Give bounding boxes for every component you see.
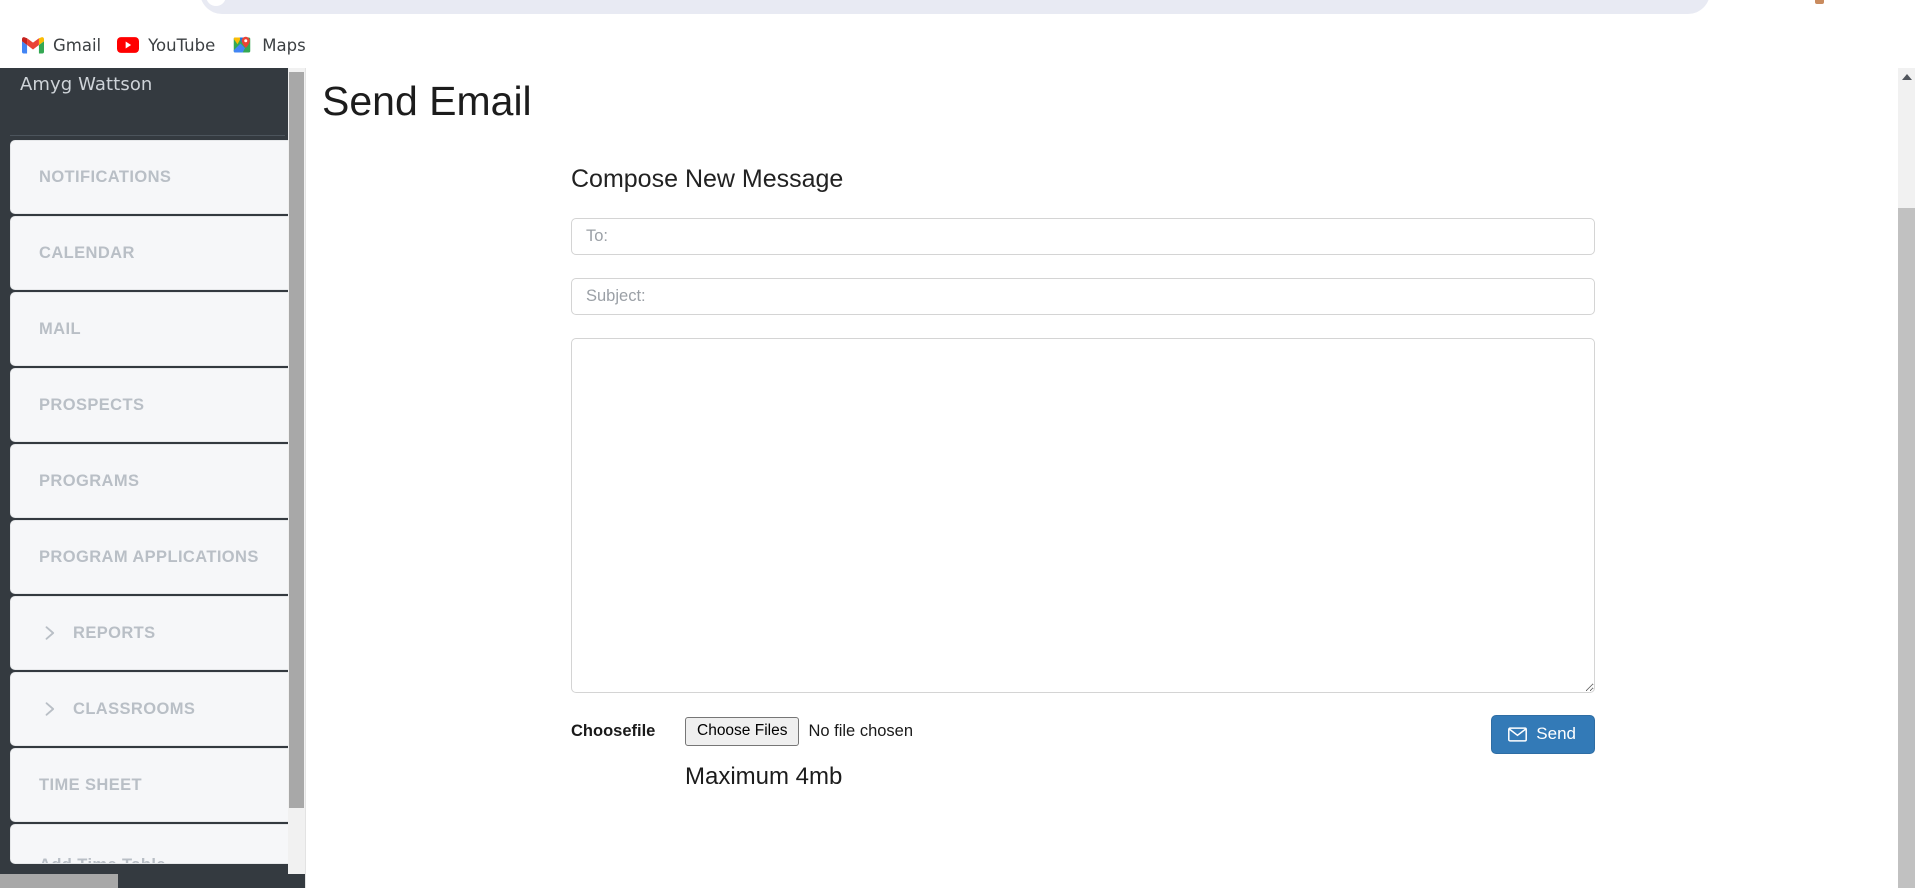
main-content: Send Email Compose New Message Choosefil… [305,68,1860,888]
send-button-label: Send [1536,724,1576,744]
compose-form: Compose New Message Choosefile Choose Fi… [571,127,1595,791]
bookmarks-bar: Gmail YouTube Maps [0,22,1915,68]
subject-input[interactable] [571,278,1595,316]
file-status-text: No file chosen [808,722,914,741]
compose-heading: Compose New Message [571,165,844,194]
page-scrollbar-track[interactable] [1898,68,1915,888]
envelope-icon [1508,727,1528,742]
bookmark-label: Maps [262,35,306,55]
browser-window: Gmail YouTube Maps Amyg Wattson NOTIFICA… [0,0,1915,888]
sidebar-item-reports[interactable]: REPORTS [10,596,294,670]
sidebar-username: Amyg Wattson [20,74,153,95]
web-page: Amyg Wattson NOTIFICATIONS CALENDAR MAIL [0,68,1915,888]
choose-files-button[interactable]: Choose Files [685,717,800,746]
attachment-row: Choosefile Choose Files No file chosen S… [571,715,1595,755]
to-input[interactable] [571,218,1595,256]
sidebar: Amyg Wattson NOTIFICATIONS CALENDAR MAIL [0,68,305,888]
sidebar-item-time-sheet[interactable]: TIME SHEET [10,748,294,822]
send-button[interactable]: Send [1491,715,1595,755]
sidebar-nav-list: NOTIFICATIONS CALENDAR MAIL PROSPECTS PR… [0,140,294,864]
page-scrollbar-thumb[interactable] [1898,208,1915,888]
scroll-up-arrow-icon[interactable] [1898,68,1915,85]
profile-avatar[interactable] [1815,0,1824,4]
bookmark-label: YouTube [148,35,216,55]
sidebar-item-label: NOTIFICATIONS [39,167,172,186]
maps-icon [231,36,253,54]
attachment-label: Choosefile [571,722,656,741]
sidebar-item-prospects[interactable]: PROSPECTS [10,368,294,442]
gmail-icon [22,36,44,54]
sidebar-divider [10,135,285,136]
bookmark-gmail[interactable]: Gmail [16,31,111,60]
bookmark-youtube[interactable]: YouTube [111,31,225,60]
sidebar-item-mail[interactable]: MAIL [10,292,294,366]
message-body-textarea[interactable] [571,338,1595,694]
sidebar-item-add-time-table[interactable]: Add Time Table [10,824,294,864]
sidebar-item-programs[interactable]: PROGRAMS [10,444,294,518]
sidebar-scroll-content: Amyg Wattson NOTIFICATIONS CALENDAR MAIL [0,68,294,874]
address-bar[interactable] [200,0,1710,14]
sidebar-item-label: CALENDAR [39,243,135,262]
sidebar-item-label: CLASSROOMS [73,699,196,718]
sidebar-item-label: REPORTS [73,623,156,642]
chevron-right-icon [39,699,73,719]
sidebar-item-label: PROGRAM APPLICATIONS [39,547,259,566]
sidebar-item-classrooms[interactable]: CLASSROOMS [10,672,294,746]
sidebar-horizontal-scrollbar-thumb[interactable] [0,874,118,888]
browser-chrome: Gmail YouTube Maps [0,0,1915,68]
chevron-right-icon [39,623,73,643]
sidebar-vertical-scrollbar-thumb[interactable] [289,72,304,808]
sidebar-header: Amyg Wattson [0,68,294,140]
sidebar-item-label: MAIL [39,319,81,338]
max-size-note: Maximum 4mb [685,762,843,790]
sidebar-item-calendar[interactable]: CALENDAR [10,216,294,290]
sidebar-item-label: Add Time Table [39,856,166,863]
youtube-icon [117,36,140,54]
file-input-group[interactable]: Choose Files No file chosen [685,717,913,746]
sidebar-item-program-applications[interactable]: PROGRAM APPLICATIONS [10,520,294,594]
bookmark-maps[interactable]: Maps [225,31,315,60]
page-title: Send Email [322,78,532,124]
bookmark-label: Gmail [53,35,102,55]
sidebar-item-label: PROGRAMS [39,471,140,490]
sidebar-item-notifications[interactable]: NOTIFICATIONS [10,140,294,214]
sidebar-item-label: TIME SHEET [39,775,143,794]
sidebar-item-label: PROSPECTS [39,395,145,414]
